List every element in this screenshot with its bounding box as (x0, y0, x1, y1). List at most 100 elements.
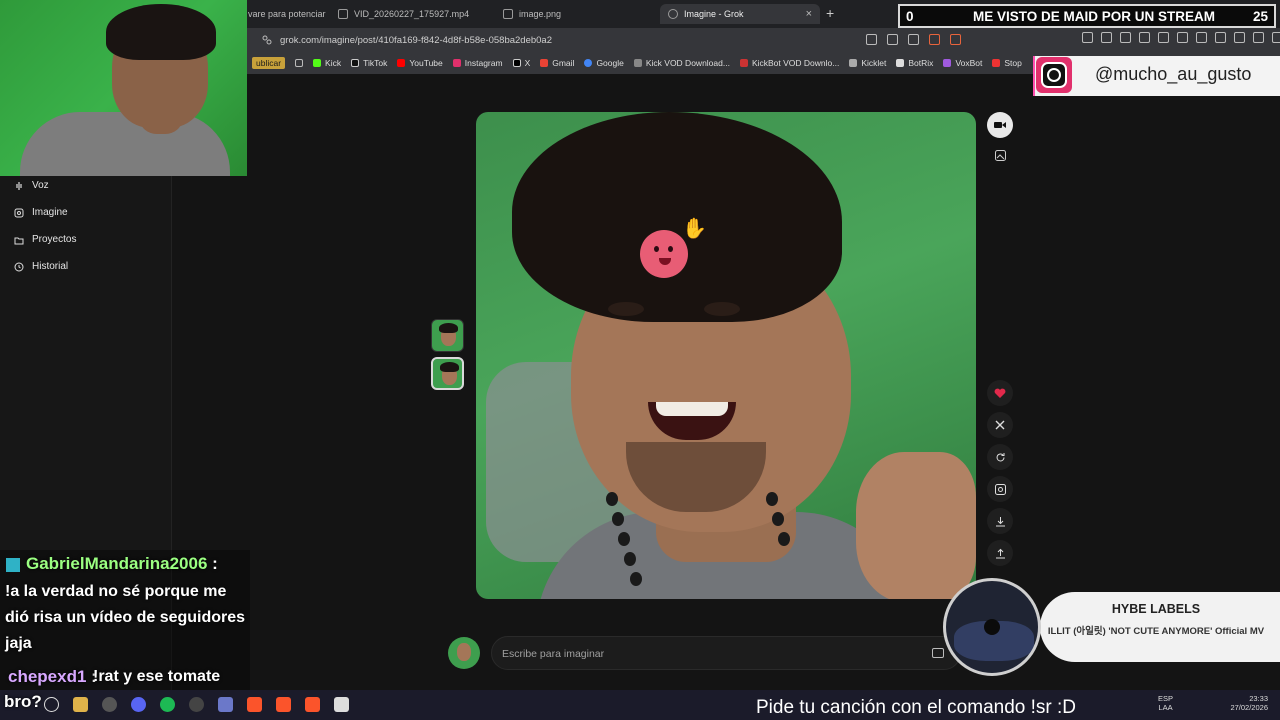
webcam-hair (106, 4, 216, 60)
brave-rewards-icon[interactable] (950, 34, 961, 45)
necklace-bead (612, 512, 624, 526)
bookmark-kick[interactable]: Kick (313, 58, 341, 68)
bookmark-botrix[interactable]: BotRix (896, 58, 933, 68)
sidebar-item-imagine[interactable]: Imagine (14, 207, 68, 218)
sidebar-item-label: Proyectos (32, 234, 77, 245)
extension-icon[interactable] (1253, 32, 1264, 43)
extension-icon[interactable] (1101, 32, 1112, 43)
tab-potenciar[interactable]: vare para potenciar (240, 4, 326, 24)
translate-icon[interactable] (866, 34, 877, 45)
like-button[interactable] (987, 380, 1013, 406)
share-icon[interactable] (908, 34, 919, 45)
screen: vare para potenciar VID_20260227_175927.… (0, 0, 1280, 720)
generated-video[interactable]: ✋ (476, 112, 976, 599)
extension-icon[interactable] (1177, 32, 1188, 43)
extension-icon[interactable] (1234, 32, 1245, 43)
voice-icon (16, 181, 22, 190)
bookmark-kicklet[interactable]: Kicklet (849, 58, 886, 68)
extension-icon[interactable] (1158, 32, 1169, 43)
search-icon[interactable] (44, 697, 59, 712)
edit-image-button[interactable] (987, 476, 1013, 502)
app-icon[interactable] (218, 697, 233, 712)
bookmark-kickbot-vod[interactable]: KickBot VOD Downlo... (739, 58, 839, 68)
new-tab-button[interactable]: + (826, 5, 834, 21)
thumb-hair (439, 323, 458, 333)
apps-icon[interactable] (295, 59, 304, 67)
extension-icon[interactable] (1272, 32, 1280, 43)
language-indicator[interactable]: ESP LAA (1158, 694, 1173, 712)
extension-icon[interactable] (1139, 32, 1150, 43)
cast-icon[interactable] (887, 34, 898, 45)
sidebar-item-voz[interactable]: Voz (14, 180, 49, 191)
grok-icon (668, 9, 678, 19)
bookmark-x[interactable]: X (512, 58, 530, 68)
brave-browser-icon[interactable] (247, 697, 262, 712)
spotify-icon[interactable] (160, 697, 175, 712)
tab-imagine-grok[interactable]: Imagine - Grok × (660, 4, 820, 24)
sidebar-item-proyectos[interactable]: Proyectos (14, 234, 76, 245)
prompt-input[interactable] (502, 645, 902, 663)
bookmark-gmail[interactable]: Gmail (540, 58, 574, 68)
necklace-bead (624, 552, 636, 566)
image-mode-button[interactable] (987, 142, 1013, 168)
extension-icon[interactable] (1120, 32, 1131, 43)
video-camera-icon[interactable] (932, 648, 944, 658)
notepad-icon[interactable] (334, 697, 349, 712)
system-clock[interactable]: 23:33 27/02/2026 (1228, 694, 1268, 712)
extension-icon[interactable] (1196, 32, 1207, 43)
regenerate-button[interactable] (987, 444, 1013, 470)
file-explorer-icon[interactable] (73, 697, 88, 712)
x-logo-icon (995, 420, 1005, 430)
language-layout: LAA (1158, 703, 1173, 712)
sidebar-item-historial[interactable]: Historial (14, 261, 68, 272)
media-eye-left (608, 302, 644, 316)
chat-message-2-user: chepexd1 : (8, 664, 97, 690)
prompt-avatar[interactable] (448, 637, 480, 669)
tab-image-png[interactable]: image.png (495, 4, 655, 24)
necklace-bead (766, 492, 778, 506)
upload-button[interactable] (987, 540, 1013, 566)
bookmark-voxbot[interactable]: VoxBot (943, 58, 982, 68)
brave-browser-icon[interactable] (276, 697, 291, 712)
image-icon (994, 149, 1006, 161)
media-thumbnail-1[interactable] (431, 319, 464, 352)
streamer-webcam (0, 0, 247, 176)
stream-title-bar: 0 ME VISTO DE MAID POR UN STREAM 25 (898, 4, 1276, 28)
necklace-bead (630, 572, 642, 586)
tab-label: image.png (519, 9, 562, 19)
bookmark-kick-vod[interactable]: Kick VOD Download... (633, 58, 730, 68)
upload-icon (995, 548, 1005, 558)
site-info-icon[interactable] (262, 35, 272, 45)
app-icon[interactable] (102, 697, 117, 712)
bookmark-stop[interactable]: Stop (992, 58, 1022, 68)
bookmark-publicar[interactable]: ublicar (252, 57, 286, 69)
discord-icon[interactable] (131, 697, 146, 712)
bookmark-instagram[interactable]: Instagram (452, 58, 503, 68)
media-thumbnail-2[interactable] (431, 357, 464, 390)
instagram-lens (1047, 68, 1061, 82)
bookmark-tiktok[interactable]: TikTok (351, 58, 387, 68)
taskbar-apps (44, 697, 349, 712)
extension-icon[interactable] (1215, 32, 1226, 43)
tab-label: VID_20260227_175927.mp4 (354, 9, 470, 19)
close-tab-icon[interactable]: × (806, 8, 812, 20)
bookmark-youtube[interactable]: YouTube (397, 58, 443, 68)
avatar-face (457, 643, 471, 661)
history-icon (14, 262, 24, 271)
tab-video-file[interactable]: VID_20260227_175927.mp4 (330, 4, 490, 24)
extension-icon[interactable] (1082, 32, 1093, 43)
address-bar-actions (866, 34, 961, 45)
video-mode-button[interactable] (987, 112, 1013, 138)
bookmark-google[interactable]: Google (584, 58, 624, 68)
brave-browser-icon[interactable] (305, 697, 320, 712)
video-camera-icon (994, 122, 1006, 128)
chat-message-2-text: !rat y ese tomate (93, 668, 221, 685)
webcam-shirt (20, 112, 230, 176)
share-x-button[interactable] (987, 412, 1013, 438)
download-button[interactable] (987, 508, 1013, 534)
blush-emoji-sticker (640, 230, 688, 278)
necklace-bead (606, 492, 618, 506)
obs-icon[interactable] (189, 697, 204, 712)
brave-shield-icon[interactable] (929, 34, 940, 45)
stream-title: ME VISTO DE MAID POR UN STREAM (972, 9, 1216, 24)
